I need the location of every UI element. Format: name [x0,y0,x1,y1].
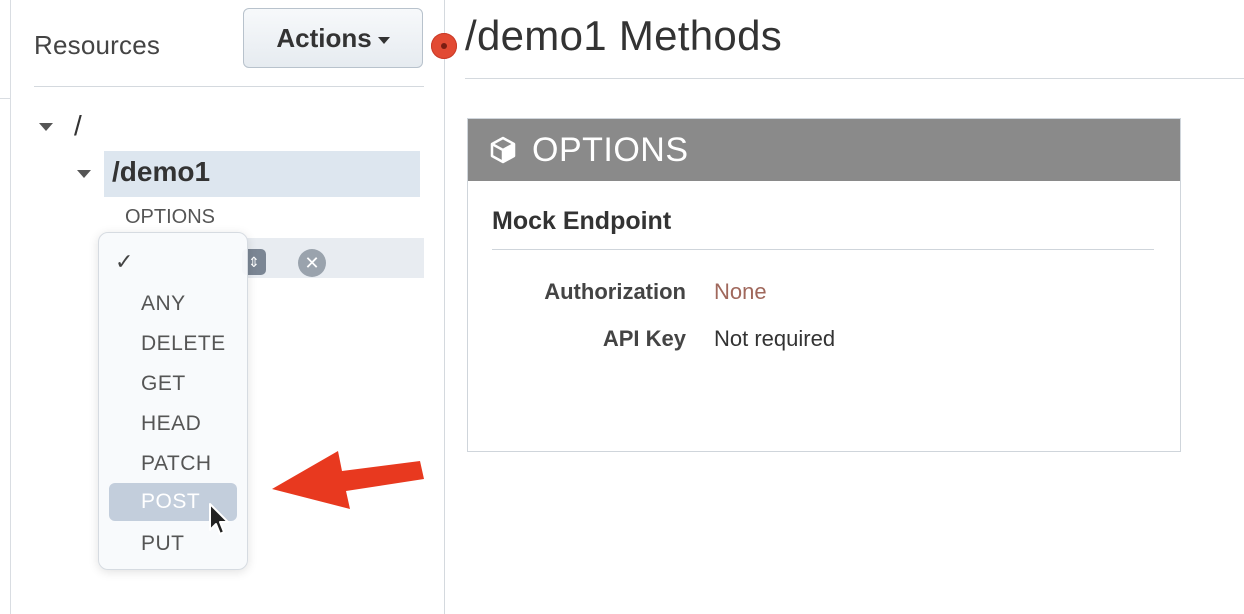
annotation-arrow-icon [272,451,424,509]
cube-icon [488,135,518,165]
left-edge-tick [0,98,10,99]
api-gateway-console: Resources Actions / /demo1 OPTIONS ⇕ ✕ ✓… [0,0,1244,614]
card-divider [492,249,1154,250]
left-edge-divider [10,0,11,614]
tree-node-root[interactable]: / [74,110,82,142]
method-option-any[interactable]: ANY [109,285,237,323]
resources-title: Resources [34,30,161,60]
actions-button-label: Actions [276,22,372,53]
cursor-icon [209,503,229,535]
check-icon: ✓ [115,249,134,274]
method-card-header: OPTIONS [468,119,1180,181]
tree-expand-demo1-icon[interactable] [77,170,91,178]
panel-resize-handle[interactable] [431,33,457,59]
authorization-label: Authorization [544,279,686,304]
method-option-get[interactable]: GET [109,365,237,403]
method-option-patch[interactable]: PATCH [109,445,237,483]
method-card: OPTIONS Mock Endpoint Authorization None… [467,118,1181,452]
authorization-value[interactable]: None [714,279,767,305]
tree-node-demo1[interactable]: /demo1 [112,156,210,188]
page-title: /demo1 Methods [465,12,783,59]
cancel-icon[interactable]: ✕ [298,249,326,277]
chevron-down-icon [377,36,390,44]
method-option-delete[interactable]: DELETE [109,325,237,363]
method-option-head[interactable]: HEAD [109,405,237,443]
integration-type: Mock Endpoint [492,207,672,235]
method-card-title: OPTIONS [532,130,689,169]
title-divider [465,78,1244,79]
tree-method-options[interactable]: OPTIONS [125,206,215,229]
api-key-label: API Key [602,326,686,351]
panel-divider[interactable] [444,0,445,614]
api-key-value: Not required [714,326,836,351]
tree-expand-root-icon[interactable] [39,123,53,131]
actions-button[interactable]: Actions [243,8,423,68]
resources-header-divider [34,86,424,87]
